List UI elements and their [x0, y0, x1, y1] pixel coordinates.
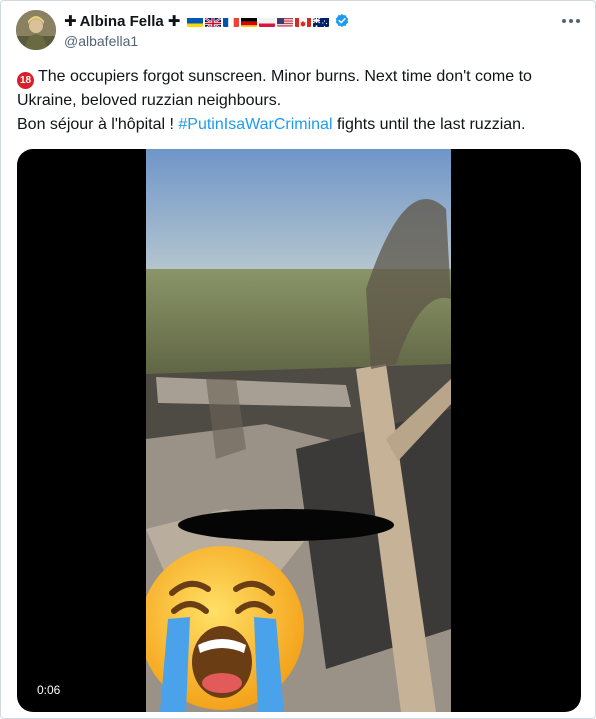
hashtag-link[interactable]: #PutinIsaWarCriminal	[178, 116, 332, 133]
tweet-text: 18 The occupiers forgot sunscreen. Minor …	[17, 65, 583, 137]
tweet-text-line2-suffix: fights until the last ruzzian.	[332, 116, 526, 133]
age-restriction-badge: 18	[17, 72, 34, 89]
author-display-name[interactable]: Albina Fella	[80, 13, 164, 30]
author-name-row[interactable]: ✚ Albina Fella ✚	[64, 11, 535, 31]
canada-flag-icon	[295, 16, 312, 27]
ukraine-flag-icon	[187, 16, 204, 27]
video-frame	[146, 149, 451, 712]
author-handle[interactable]: @albafella1	[64, 33, 535, 49]
more-horizontal-icon[interactable]	[561, 15, 581, 27]
verified-badge-icon	[336, 14, 349, 27]
cross-suffix: ✚	[167, 13, 181, 30]
video-duration-badge: 0:06	[32, 681, 66, 700]
cross-prefix: ✚	[64, 13, 77, 30]
tweet-header: ✚ Albina Fella ✚ @albafella1	[64, 11, 535, 49]
video-player[interactable]: 0:06	[17, 149, 581, 712]
germany-flag-icon	[241, 16, 258, 27]
australia-flag-icon	[313, 16, 330, 27]
loudly-crying-face-emoji	[146, 546, 304, 712]
poland-flag-icon	[259, 16, 276, 27]
tweet-text-line2-prefix: Bon séjour à l'hôpital !	[17, 116, 179, 133]
france-flag-icon	[223, 16, 240, 27]
usa-flag-icon	[277, 16, 294, 27]
avatar[interactable]	[16, 10, 56, 50]
tweet-text-line1: The occupiers forgot sunscreen. Minor bu…	[17, 68, 532, 109]
uk-flag-icon	[205, 16, 222, 27]
tweet-card: ✚ Albina Fella ✚ @albafella1 18 The occu…	[0, 0, 596, 719]
flag-list	[187, 16, 331, 27]
